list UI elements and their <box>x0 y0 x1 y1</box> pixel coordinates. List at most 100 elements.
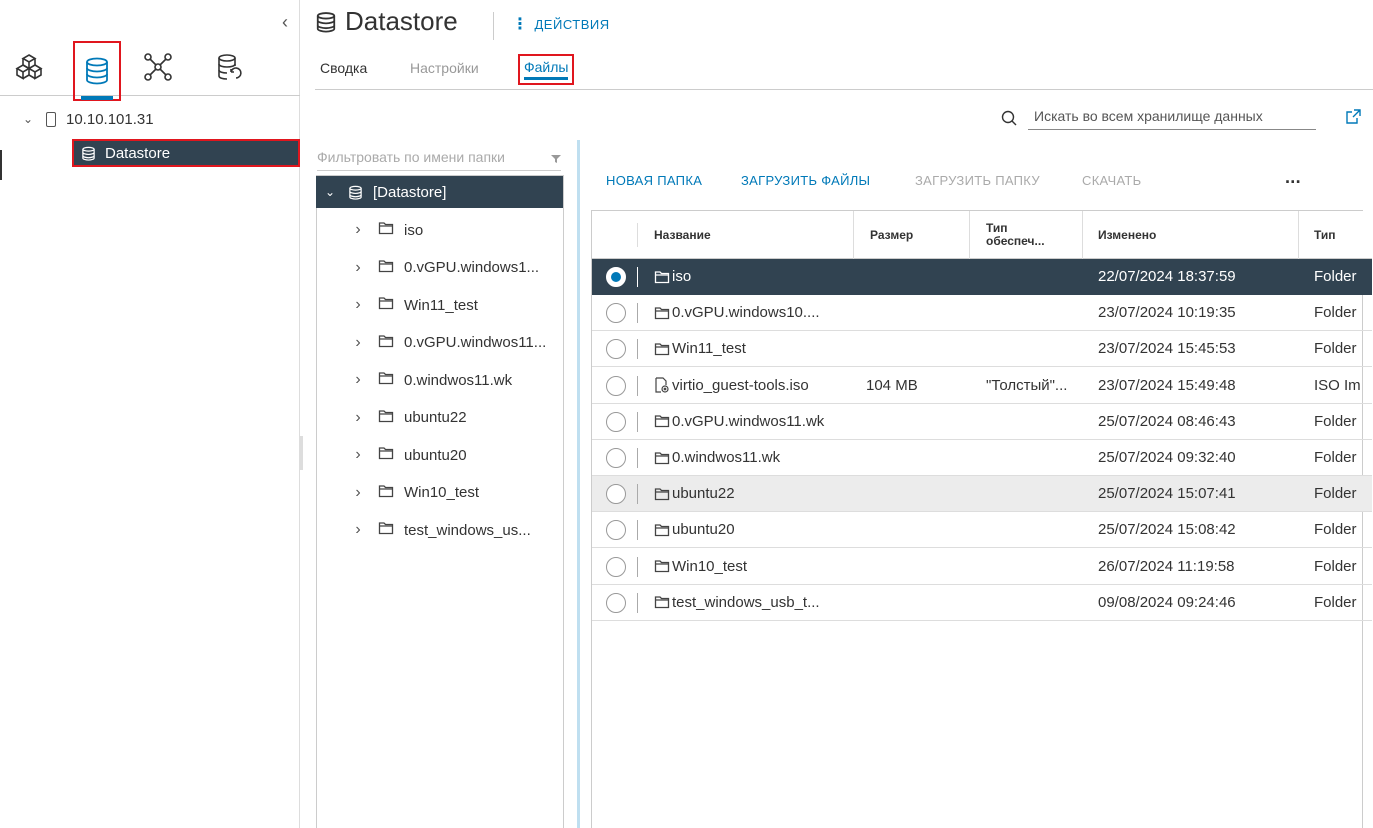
cell-modified: 22/07/2024 18:37:59 <box>1098 268 1236 285</box>
table-row[interactable]: 0.vGPU.windows10.... 23/07/2024 10:19:35 F… <box>592 295 1372 332</box>
download-button[interactable]: СКАЧАТЬ <box>1082 173 1142 188</box>
networking-tab[interactable] <box>133 38 183 96</box>
column-header-modified[interactable]: Изменено <box>1098 211 1156 259</box>
column-divider[interactable] <box>1082 211 1083 259</box>
panel-splitter[interactable] <box>577 140 580 828</box>
chevron-right-icon[interactable]: › <box>350 221 366 239</box>
folder-tree-item[interactable]: › iso <box>350 218 423 242</box>
chevron-right-icon[interactable]: › <box>350 409 366 427</box>
column-divider[interactable] <box>1298 211 1299 259</box>
column-header-name[interactable]: Название <box>654 211 711 259</box>
storage-tab[interactable] <box>73 41 121 101</box>
table-row[interactable]: test_windows_usb_t... 09/08/2024 09:24:46… <box>592 585 1372 621</box>
column-header-size[interactable]: Размер <box>870 211 913 259</box>
chevron-right-icon[interactable]: › <box>350 371 366 389</box>
iso-file-icon <box>654 377 670 393</box>
cell-type: Folder <box>1314 449 1357 466</box>
chevron-right-icon[interactable]: › <box>350 334 366 352</box>
row-divider <box>637 375 638 396</box>
chevron-right-icon[interactable]: › <box>350 296 366 314</box>
folder-tree-item[interactable]: › Win10_test <box>350 481 479 505</box>
navigator-tabs <box>0 38 300 101</box>
row-divider <box>637 267 638 287</box>
table-row[interactable]: 0.windwos11.wk 25/07/2024 09:32:40 Folder <box>592 440 1372 476</box>
row-select-radio[interactable] <box>606 520 626 541</box>
tab-summary[interactable]: Сводка <box>320 60 367 76</box>
row-select-radio[interactable] <box>606 448 626 468</box>
row-select-radio[interactable] <box>606 411 626 432</box>
chevron-right-icon[interactable]: › <box>350 521 366 539</box>
cell-name: Win11_test <box>654 331 844 366</box>
search-icon[interactable] <box>1000 109 1018 127</box>
chevron-down-icon[interactable]: ⌄ <box>322 185 338 199</box>
column-header-type[interactable]: Тип <box>1314 211 1336 259</box>
table-row[interactable]: Win10_test 26/07/2024 11:19:58 Folder <box>592 549 1372 585</box>
chevron-right-icon[interactable]: › <box>350 259 366 277</box>
folder-filter-input[interactable]: Фильтровать по имени папки <box>317 145 561 171</box>
cell-modified: 25/07/2024 15:08:42 <box>1098 521 1236 539</box>
column-divider[interactable] <box>969 211 970 259</box>
cell-provisioning <box>986 404 1081 439</box>
row-select-radio[interactable] <box>606 592 626 613</box>
folder-tree-item[interactable]: › 0.vGPU.windows1... <box>350 256 539 280</box>
vm-storage-tab[interactable] <box>204 38 254 96</box>
upload-files-button[interactable]: ЗАГРУЗИТЬ ФАЙЛЫ <box>741 173 870 188</box>
column-header-provisioning[interactable]: Тип обеспеч... <box>986 211 1056 259</box>
folder-tree-item[interactable]: › ubuntu20 <box>350 443 466 467</box>
host-server-icon <box>46 111 56 127</box>
cell-provisioning <box>986 549 1081 584</box>
cell-provisioning <box>986 512 1081 547</box>
chevron-right-icon[interactable]: › <box>350 484 366 502</box>
header-divider <box>493 12 494 40</box>
cell-name: Win10_test <box>654 549 844 584</box>
folder-icon <box>378 221 394 239</box>
folder-tree-item[interactable]: › ubuntu22 <box>350 406 466 430</box>
column-divider <box>637 223 638 247</box>
cell-modified: 25/07/2024 09:32:40 <box>1098 449 1236 466</box>
collapse-navigator-icon[interactable]: ‹ <box>282 12 288 33</box>
more-actions-button[interactable]: ... <box>1285 167 1301 188</box>
row-divider <box>637 448 638 468</box>
row-select-radio[interactable] <box>606 375 626 396</box>
table-row[interactable]: ubuntu22 25/07/2024 15:07:41 Folder <box>592 476 1372 513</box>
filter-icon[interactable] <box>550 154 562 164</box>
folder-icon <box>378 371 394 389</box>
tree-datastore-node[interactable]: Datastore <box>72 139 300 167</box>
datastore-search-input[interactable]: Искать во всем хранилище данных <box>1028 106 1316 130</box>
file-name: Win10_test <box>672 557 748 575</box>
folder-tree-item[interactable]: › 0.vGPU.windwos11... <box>350 331 546 355</box>
hosts-clusters-tab[interactable] <box>4 38 54 96</box>
table-row[interactable]: iso 22/07/2024 18:37:59 Folder <box>592 259 1372 295</box>
folder-tree-item[interactable]: › 0.windwos11.wk <box>350 368 512 392</box>
folder-tree-item-label: 0.vGPU.windwos11... <box>404 334 547 351</box>
cell-type: Folder <box>1314 340 1357 358</box>
folder-tree-item[interactable]: › Win11_test <box>350 293 478 317</box>
network-icon <box>144 53 172 81</box>
tab-settings[interactable]: Настройки <box>410 60 479 76</box>
upload-folder-button[interactable]: ЗАГРУЗИТЬ ПАПКУ <box>915 173 1040 188</box>
external-link-icon[interactable] <box>1345 108 1362 125</box>
column-divider[interactable] <box>853 211 854 259</box>
actions-menu-button[interactable]: ⋮ ДЕЙСТВИЯ <box>512 14 610 34</box>
tab-files[interactable]: Файлы <box>518 54 575 85</box>
table-row[interactable]: ubuntu20 25/07/2024 15:08:42 Folder <box>592 512 1372 549</box>
row-select-radio[interactable] <box>606 339 626 360</box>
panel-resize-handle[interactable] <box>299 436 303 470</box>
row-select-radio[interactable] <box>606 556 626 577</box>
table-row[interactable]: 0.vGPU.windwos11.wk 25/07/2024 08:46:43 Fo… <box>592 404 1372 440</box>
folder-tree-item[interactable]: › test_windows_us... <box>350 518 530 542</box>
cell-type: Folder <box>1314 268 1357 285</box>
row-select-radio[interactable] <box>606 303 626 324</box>
chevron-down-icon[interactable]: ⌄ <box>20 112 36 126</box>
tree-host-node[interactable]: ⌄ 10.10.101.31 <box>20 104 154 134</box>
table-row[interactable]: Win11_test 23/07/2024 15:45:53 Folder <box>592 331 1372 368</box>
chevron-right-icon[interactable]: › <box>350 446 366 464</box>
folder-icon <box>378 484 394 502</box>
new-folder-button[interactable]: НОВАЯ ПАПКА <box>606 173 702 188</box>
cell-modified: 23/07/2024 10:19:35 <box>1098 304 1236 322</box>
file-name: iso <box>672 268 692 285</box>
table-row[interactable]: virtio_guest-tools.iso 104 MB "Толстый"...… <box>592 368 1372 404</box>
folder-tree-root[interactable]: ⌄ [Datastore] <box>316 176 563 208</box>
row-select-radio[interactable] <box>606 484 626 505</box>
row-select-radio[interactable] <box>606 267 626 287</box>
